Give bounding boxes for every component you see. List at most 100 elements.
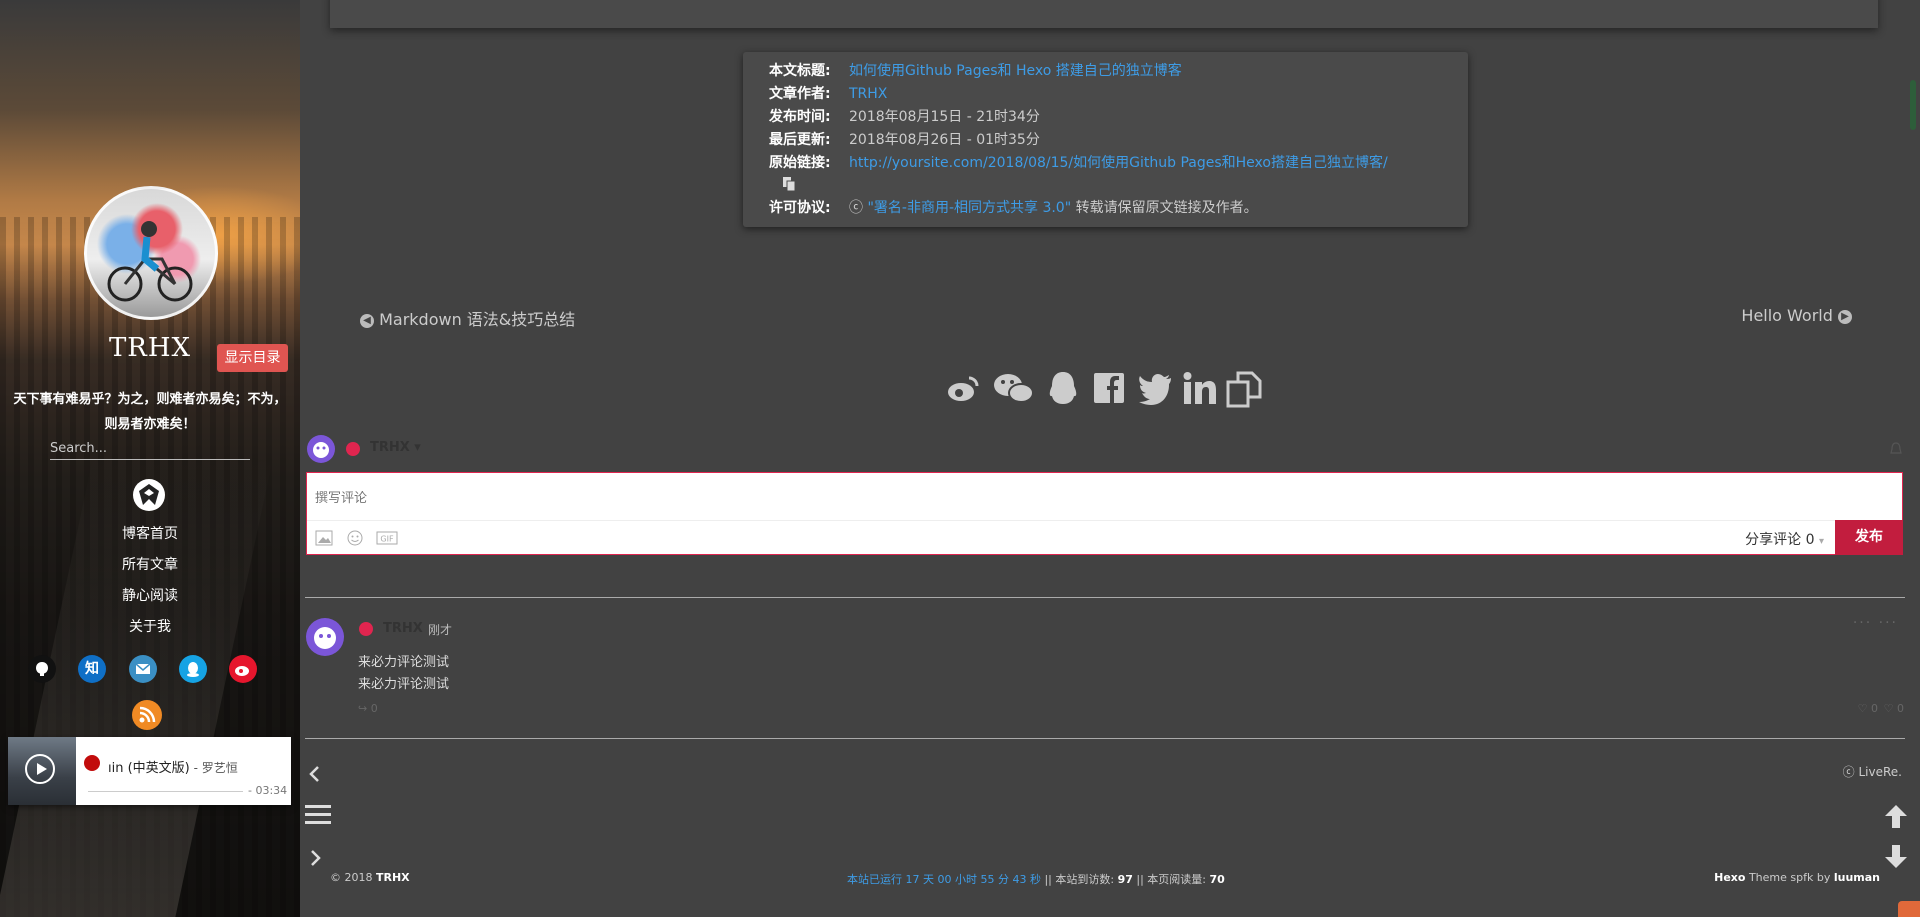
published-date: 2018年08月15日 - 21时34分 [849, 109, 1040, 125]
sidebar-nav: 博客首页 所有文章 静心阅读 关于我 [0, 522, 300, 646]
theme-text: Theme spfk by [1745, 871, 1834, 884]
like-count: 0 [1871, 702, 1878, 715]
show-toc-button[interactable]: 显示目录 [217, 344, 288, 372]
hexo-link[interactable]: Hexo [1714, 871, 1745, 884]
feedback-badge[interactable] [1898, 901, 1920, 917]
qq-share-icon[interactable] [1045, 370, 1081, 408]
chevron-left-icon[interactable] [305, 764, 325, 784]
nav-reading[interactable]: 静心阅读 [0, 584, 300, 615]
divider [305, 738, 1905, 739]
info-key: 发布时间: [769, 109, 831, 125]
comment-menu-icon[interactable]: ··· ··· [1853, 615, 1898, 631]
play-button[interactable] [25, 754, 55, 784]
mail-icon[interactable] [129, 655, 157, 683]
next-post-title: Hello World [1741, 306, 1833, 325]
gif-icon[interactable]: GIF [376, 530, 398, 546]
current-username[interactable]: TRHX ▾ [370, 440, 421, 455]
prev-post-title: Markdown 语法&技巧总结 [379, 310, 576, 329]
song-artist: - 罗艺恒 [189, 761, 238, 775]
reads-count: 70 [1209, 873, 1225, 886]
scroll-to-top-icon[interactable] [1882, 802, 1910, 830]
search-input[interactable] [50, 437, 250, 460]
separator: || [1040, 873, 1056, 886]
comment-avatar[interactable] [306, 618, 344, 656]
bell-icon[interactable] [1888, 441, 1904, 457]
social-links: 知 [25, 655, 275, 685]
updated-date: 2018年08月26日 - 01时35分 [849, 132, 1040, 148]
footer-stats: 本站已运行 17 天 00 小时 55 分 43 秒 || 本站到访数: 97 … [847, 871, 1225, 887]
song-title: ıin (中英文版) - 罗艺恒 [108, 757, 238, 776]
avatar[interactable] [84, 186, 218, 320]
nav-about[interactable]: 关于我 [0, 615, 300, 646]
dislike-count: 0 [1897, 702, 1904, 715]
permalink-link[interactable]: http://yoursite.com/2018/08/15/如何使用Githu… [849, 155, 1388, 171]
image-upload-icon[interactable] [315, 530, 333, 546]
copy-icon[interactable] [783, 177, 795, 191]
copyright-text: © 2018 [330, 871, 376, 884]
github-icon[interactable] [28, 655, 56, 683]
info-key: 最后更新: [769, 132, 831, 148]
reply-button[interactable]: ↪ 0 [358, 702, 378, 715]
weibo-icon[interactable] [229, 655, 257, 683]
dislike-button[interactable]: ♡ 0 [1884, 702, 1904, 715]
linkedin-share-icon[interactable] [1183, 370, 1217, 406]
footer-owner-link[interactable]: TRHX [376, 871, 410, 884]
qq-icon[interactable] [179, 655, 207, 683]
chevron-right-icon[interactable] [305, 848, 325, 868]
info-key: 文章作者: [769, 86, 831, 102]
svg-text:GIF: GIF [380, 535, 394, 544]
site-running-time: 本站已运行 17 天 00 小时 55 分 43 秒 [847, 873, 1041, 886]
editor-divider [307, 520, 1902, 521]
license-link[interactable]: "署名-非商用-相同方式共享 3.0" [867, 200, 1071, 216]
footer-theme: Hexo Theme spfk by luuman [1714, 871, 1880, 884]
info-row-author: 文章作者: TRHX [769, 84, 887, 104]
weibo-share-icon[interactable] [945, 370, 981, 406]
album-cover [8, 737, 76, 805]
scroll-to-bottom-icon[interactable] [1882, 843, 1910, 871]
reply-count: 0 [370, 702, 378, 715]
prev-post-link[interactable]: ◀ Markdown 语法&技巧总结 [360, 306, 575, 330]
zhihu-icon[interactable]: 知 [78, 655, 106, 683]
like-button[interactable]: ♡ 0 [1858, 702, 1878, 715]
emoji-icon[interactable] [346, 530, 364, 546]
author-link[interactable]: TRHX [849, 86, 887, 102]
nav-home[interactable]: 博客首页 [0, 522, 300, 553]
copy-link-share-icon[interactable] [1225, 370, 1263, 408]
theme-author-link[interactable]: luuman [1834, 871, 1880, 884]
info-row-permalink: 原始链接: http://yoursite.com/2018/08/15/如何使用… [769, 153, 1388, 173]
blog-logo-icon[interactable] [133, 479, 165, 511]
nav-all-posts[interactable]: 所有文章 [0, 553, 300, 584]
facebook-share-icon[interactable] [1093, 370, 1125, 406]
comment-textarea[interactable] [315, 491, 1815, 506]
song-name: ıin (中英文版) [108, 761, 190, 776]
scrollbar-indicator[interactable] [1910, 80, 1916, 130]
share-comment-toggle[interactable]: 分享评论 0 ▾ [1745, 529, 1824, 549]
next-post-link[interactable]: Hello World ▶ [1741, 306, 1852, 325]
next-arrow-icon: ▶ [1838, 309, 1852, 324]
progress-bar[interactable] [88, 791, 243, 792]
twitter-share-icon[interactable] [1137, 370, 1173, 406]
cyclist-illustration [107, 221, 193, 302]
license-note: 转载请保留原文链接及作者。 [1071, 200, 1258, 216]
username-text: TRHX [370, 440, 410, 455]
music-player: ıin (中英文版) - 罗艺恒 - 03:34 [8, 737, 291, 805]
current-user-avatar[interactable] [307, 435, 335, 463]
wechat-share-icon[interactable] [992, 370, 1036, 406]
article-title-link[interactable]: 如何使用Github Pages和 Hexo 搭建自己的独立博客 [849, 63, 1182, 79]
reply-icon: ↪ [358, 702, 368, 715]
login-platform-icon [346, 442, 360, 456]
footer-copyright: © 2018 TRHX [330, 871, 410, 884]
comment-username[interactable]: TRHX [383, 621, 423, 636]
rss-icon[interactable] [132, 700, 162, 730]
livere-brand[interactable]: ⓒ LiveRe. [1843, 763, 1902, 780]
motto-line-2: 则易者亦难矣！ [104, 417, 196, 432]
info-row-title: 本文标题: 如何使用Github Pages和 Hexo 搭建自己的独立博客 [769, 61, 1182, 81]
comment-time: 刚才 [428, 623, 453, 637]
comment-text-line: 来必力评论测试 [358, 677, 450, 692]
submit-comment-button[interactable]: 发布 [1835, 520, 1903, 555]
broken-heart-icon: ♡ [1883, 702, 1894, 715]
visits-count: 97 [1117, 873, 1133, 886]
separator: || [1132, 873, 1148, 886]
menu-icon[interactable] [305, 804, 331, 826]
info-key: 许可协议: [769, 200, 831, 216]
